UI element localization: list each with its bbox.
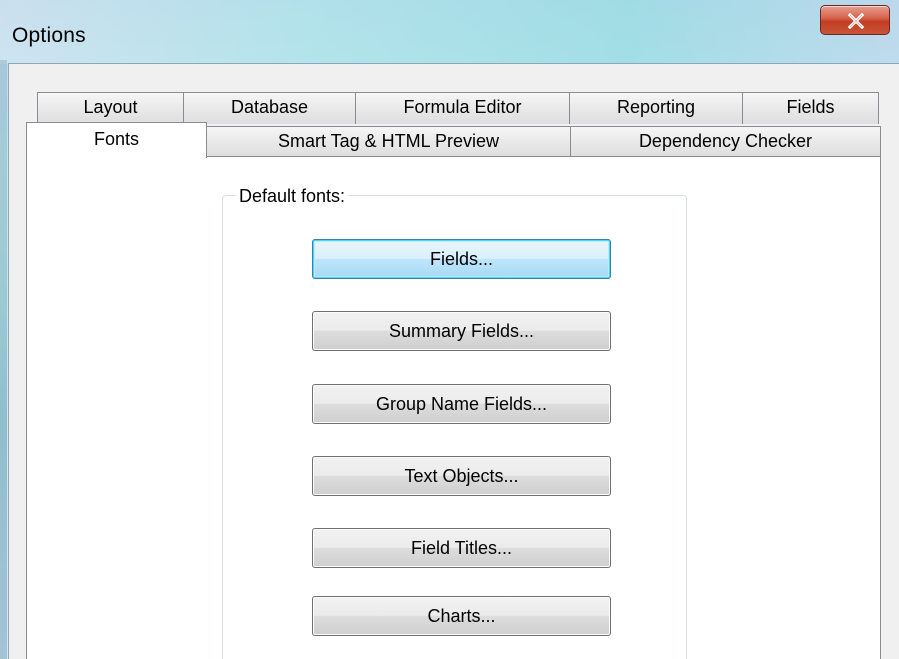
- options-dialog: Options Layout Database Formula Editor R…: [0, 0, 899, 659]
- charts-font-button[interactable]: Charts...: [312, 596, 611, 636]
- window-title: Options: [12, 24, 86, 47]
- tab-database[interactable]: Database: [183, 92, 356, 124]
- window-frame-edge: [0, 60, 7, 659]
- field-titles-font-button[interactable]: Field Titles...: [312, 528, 611, 568]
- default-fonts-label: Default fonts:: [236, 186, 349, 207]
- close-icon: [847, 13, 865, 29]
- tab-reporting[interactable]: Reporting: [569, 92, 743, 124]
- tab-formula-editor[interactable]: Formula Editor: [355, 92, 570, 124]
- tab-fonts[interactable]: Fonts: [26, 122, 207, 158]
- tab-smart-tag-html-preview[interactable]: Smart Tag & HTML Preview: [206, 126, 571, 157]
- summary-fields-font-button[interactable]: Summary Fields...: [312, 311, 611, 351]
- tab-dependency-checker[interactable]: Dependency Checker: [570, 126, 881, 157]
- title-bar[interactable]: [0, 0, 899, 64]
- group-name-fields-font-button[interactable]: Group Name Fields...: [312, 384, 611, 424]
- close-button[interactable]: [820, 5, 890, 35]
- text-objects-font-button[interactable]: Text Objects...: [312, 456, 611, 496]
- fields-font-button[interactable]: Fields...: [312, 239, 611, 279]
- tab-fields[interactable]: Fields: [742, 92, 879, 124]
- tab-layout[interactable]: Layout: [37, 92, 184, 124]
